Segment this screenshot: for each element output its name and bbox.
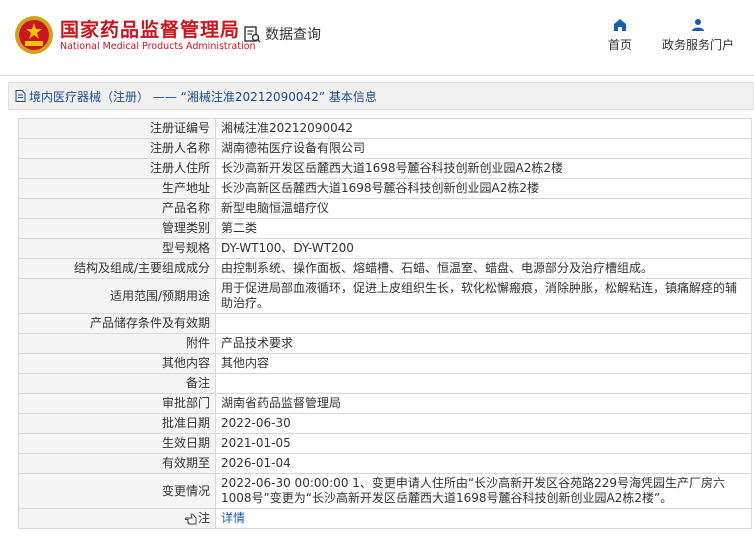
nav-home[interactable]: 首页 xyxy=(608,18,632,53)
field-value: 其他内容 xyxy=(215,353,752,374)
field-label: 注册人住所 xyxy=(18,158,216,179)
field-value: 长沙高新区岳麓西大道1698号麓谷科技创新创业园A2栋2楼 xyxy=(215,178,752,199)
site-header: 国家药品监督管理局 National Medical Products Admi… xyxy=(0,0,754,68)
home-icon xyxy=(614,19,626,31)
table-row: 结构及组成/主要组成成分 由控制系统、操作面板、熔蜡槽、石蜡、恒温室、蜡盘、电源部… xyxy=(18,258,752,279)
table-row: 备注 xyxy=(18,373,752,394)
field-label: 注册证编号 xyxy=(18,118,216,139)
table-row: 产品储存条件及有效期 xyxy=(18,313,752,334)
breadcrumb: 境内医疗器械（注册） —— “湘械注准20212090042” 基本信息 xyxy=(8,82,754,110)
note-label-cell: 注 xyxy=(18,508,216,529)
table-row: 变更情况 2022-06-30 00:00:00 1、变更申请人住所由“长沙高新开… xyxy=(18,473,752,509)
field-value xyxy=(215,373,752,394)
field-value: 2026-01-04 xyxy=(215,453,752,474)
table-row: 生效日期 2021-01-05 xyxy=(18,433,752,454)
table-row: 型号规格 DY-WT100、DY-WT200 xyxy=(18,238,752,259)
field-value: 长沙高新开发区岳麓西大道1698号麓谷科技创新创业园A2栋2楼 xyxy=(215,158,752,179)
table-row: 批准日期 2022-06-30 xyxy=(18,413,752,434)
national-emblem-icon xyxy=(15,16,53,54)
table-row: 管理类别 第二类 xyxy=(18,218,752,239)
data-query-link[interactable]: 数据查询 xyxy=(243,24,321,44)
table-row-note: 注详情 xyxy=(18,508,752,529)
table-row: 审批部门 湖南省药品监督管理局 xyxy=(18,393,752,414)
table-row: 附件 产品技术要求 xyxy=(18,333,752,354)
brand-title-en: National Medical Products Administration xyxy=(60,41,256,52)
user-icon xyxy=(692,19,704,31)
field-label: 其他内容 xyxy=(18,353,216,374)
breadcrumb-text: 境内医疗器械（注册） —— “湘械注准20212090042” 基本信息 xyxy=(29,89,377,104)
field-label: 管理类别 xyxy=(18,218,216,239)
search-document-icon xyxy=(244,26,261,43)
field-label: 备注 xyxy=(18,373,216,394)
field-label: 批准日期 xyxy=(18,413,216,434)
nav-service-portal[interactable]: 政务服务门户 xyxy=(662,18,734,53)
data-query-label: 数据查询 xyxy=(265,27,321,43)
field-label: 变更情况 xyxy=(18,473,216,509)
field-label: 产品名称 xyxy=(18,198,216,219)
field-label: 结构及组成/主要组成成分 xyxy=(18,258,216,279)
document-icon xyxy=(15,90,26,102)
nav-home-label: 首页 xyxy=(608,38,633,52)
table-row: 有效期至 2026-01-04 xyxy=(18,453,752,474)
field-value: 新型电脑恒温蜡疗仪 xyxy=(215,198,752,219)
field-label: 注册人名称 xyxy=(18,138,216,159)
field-value: 由控制系统、操作面板、熔蜡槽、石蜡、恒温室、蜡盘、电源部分及治疗槽组成。 xyxy=(215,258,752,279)
field-label: 有效期至 xyxy=(18,453,216,474)
field-label: 产品储存条件及有效期 xyxy=(18,313,216,334)
table-row: 注册证编号 湘械注准20212090042 xyxy=(18,118,752,139)
table-row: 注册人名称 湖南德祐医疗设备有限公司 xyxy=(18,138,752,159)
field-value: 湖南省药品监督管理局 xyxy=(215,393,752,414)
field-value: 2022-06-30 00:00:00 1、变更申请人住所由“长沙高新开发区谷苑… xyxy=(215,473,752,509)
table-row: 产品名称 新型电脑恒温蜡疗仪 xyxy=(18,198,752,219)
pointing-hand-icon xyxy=(184,513,197,524)
info-table: 注册证编号 湘械注准20212090042 注册人名称 湖南德祐医疗设备有限公司 注册人… xyxy=(18,118,752,529)
note-value-cell: 详情 xyxy=(215,508,752,529)
note-label: 注 xyxy=(197,511,210,525)
field-value: 用于促进局部血液循环，促进上皮组织生长，软化松懈瘢痕，消除肿胀，松解粘连，镇痛解… xyxy=(215,278,752,314)
field-value: DY-WT100、DY-WT200 xyxy=(215,238,752,259)
brand-title-cn: 国家药品监督管理局 xyxy=(60,19,241,41)
field-label: 型号规格 xyxy=(18,238,216,259)
field-label: 生效日期 xyxy=(18,433,216,454)
field-label: 附件 xyxy=(18,333,216,354)
table-row: 注册人住所 长沙高新开发区岳麓西大道1698号麓谷科技创新创业园A2栋2楼 xyxy=(18,158,752,179)
table-row: 其他内容 其他内容 xyxy=(18,353,752,374)
field-value: 产品技术要求 xyxy=(215,333,752,354)
field-value: 湘械注准20212090042 xyxy=(215,118,752,139)
table-row: 适用范围/预期用途 用于促进局部血液循环，促进上皮组织生长，软化松懈瘢痕，消除肿胀… xyxy=(18,278,752,314)
field-value: 湖南德祐医疗设备有限公司 xyxy=(215,138,752,159)
details-link[interactable]: 详情 xyxy=(221,511,245,525)
field-label: 生产地址 xyxy=(18,178,216,199)
field-value: 2021-01-05 xyxy=(215,433,752,454)
field-value: 2022-06-30 xyxy=(215,413,752,434)
field-value xyxy=(215,313,752,334)
field-value: 第二类 xyxy=(215,218,752,239)
nav-service-portal-label: 政务服务门户 xyxy=(662,38,735,52)
header-divider xyxy=(0,75,754,76)
field-label: 适用范围/预期用途 xyxy=(18,278,216,314)
field-label: 审批部门 xyxy=(18,393,216,414)
table-row: 生产地址 长沙高新区岳麓西大道1698号麓谷科技创新创业园A2栋2楼 xyxy=(18,178,752,199)
